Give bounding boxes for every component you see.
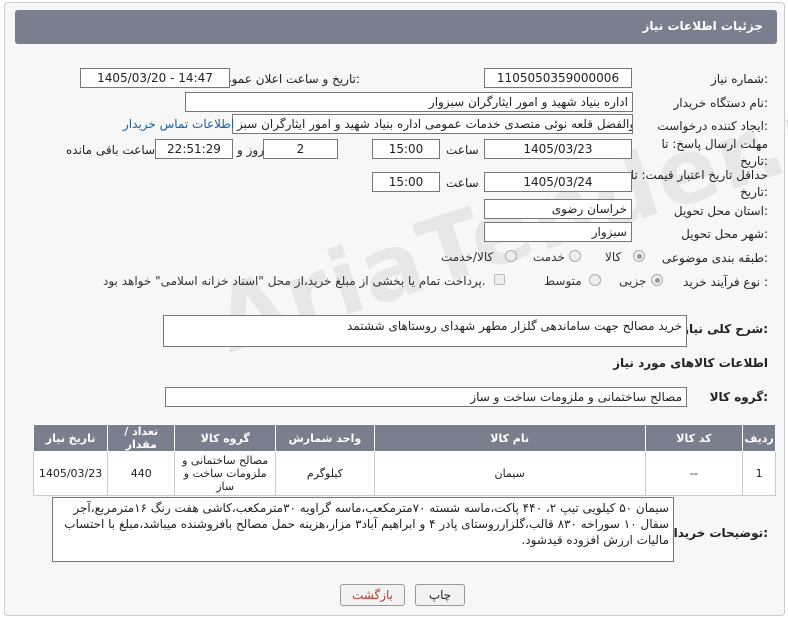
process-medium-label: متوسط [544,274,582,288]
back-button[interactable]: بازگشت [340,584,405,606]
validity-date-field[interactable]: 1405/03/24 [484,172,632,192]
cell-group: مصالح ساختمانی و ملزومات ساخت و ساز [174,451,277,496]
description-field[interactable]: خرید مصالح جهت ساماندهی گلزار مطهر شهدای… [163,315,687,347]
category-goods-label: کالا [605,250,622,264]
creator-field[interactable]: ابوالفضل قلعه نوئی متصدی خدمات عمومی ادا… [232,114,633,134]
validity-label: حداقل تاریخ اعتبار قیمت: تا تاریخ: [630,168,768,199]
table-header-row: تاریخ نیاز تعداد / مقدار گروه کالا واحد … [32,424,776,452]
process-label: نوع فرآیند خرید : [683,275,768,289]
goods-table: تاریخ نیاز تعداد / مقدار گروه کالا واحد … [32,424,776,496]
payment-note: پرداخت تمام یا بخشی از مبلغ خرید،از محل … [103,274,486,288]
province-label: استان محل تحویل: [673,204,768,218]
col-name: نام کالا [373,424,646,452]
category-both-label: کالا/خدمت [441,250,494,264]
cell-row: 1 [742,451,776,496]
category-service-label: خدمت [533,250,565,264]
category-label: طبقه بندی موضوعی: [661,251,768,265]
page-title: جزئیات اطلاعات نیاز [642,19,763,33]
page-header: جزئیات اطلاعات نیاز [15,10,777,44]
goods-info-heading: اطلاعات کالاهای مورد نیاز [613,356,768,370]
announce-field[interactable]: 1405/03/20 - 14:47 [80,68,230,88]
col-need-date: تاریخ نیاز [32,424,109,452]
deadline-date-field[interactable]: 1405/03/23 [484,139,632,159]
cell-quantity: 440 [107,451,176,496]
province-field[interactable]: خراسان رضوی [484,199,632,219]
cell-name: سیمان [373,451,646,496]
category-both-radio[interactable] [505,250,517,262]
remaining-time-field[interactable]: 22:51:29 [155,139,233,159]
col-row: ردیف [742,424,776,452]
cell-code: -- [644,451,744,496]
cell-unit: کیلوگرم [275,451,375,496]
city-label: شهر محل تحویل: [681,227,768,241]
days-label: روز و [237,143,264,157]
group-field[interactable]: مصالح ساختمانی و ملزومات ساخت و ساز [165,387,687,407]
group-label: گروه کالا: [709,390,768,404]
col-quantity: تعداد / مقدار [107,424,176,452]
notes-label: توضیحات خریدار: [666,526,768,540]
creator-label: ایجاد کننده درخواست: [657,119,768,133]
validity-time-field[interactable]: 15:00 [372,172,440,192]
remaining-label: ساعت باقی مانده [66,143,156,157]
need-no-label: شماره نیاز: [710,72,768,86]
category-service-radio[interactable] [569,250,581,262]
contact-buyer-link[interactable]: اطلاعات تماس خریدار [123,117,234,131]
table-row[interactable]: 1405/03/23 440 مصالح ساختمانی و ملزومات … [32,451,776,496]
city-field[interactable]: سبزوار [484,222,632,242]
deadline-time-field[interactable]: 15:00 [372,139,440,159]
validity-time-label: ساعت [446,176,479,190]
buyer-label: نام دستگاه خریدار: [673,96,769,110]
notes-field[interactable]: سیمان ۵۰ کیلویی تیپ ۲، ۴۴۰ پاکت،ماسه شست… [52,497,674,562]
need-no-field[interactable]: 1105050359000006 [484,68,632,88]
buyer-field[interactable]: اداره بنیاد شهید و امور ایثارگران سبزوار [185,92,633,112]
col-group: گروه کالا [174,424,277,452]
process-medium-radio[interactable] [589,274,601,286]
process-partial-radio[interactable] [651,274,663,286]
description-label: شرح کلی نیاز: [682,322,768,336]
category-goods-radio[interactable] [633,250,645,262]
deadline-time-label: ساعت [446,143,479,157]
days-field[interactable]: 2 [263,139,338,159]
print-button[interactable]: چاپ [415,584,465,606]
announce-label: تاریخ و ساعت اعلان عمومی: [215,72,360,86]
deadline-label: مهلت ارسال پاسخ: تا تاریخ: [661,137,768,168]
col-unit: واحد شمارش [275,424,375,452]
col-code: کد کالا [644,424,744,452]
cell-need-date: 1405/03/23 [32,451,109,496]
treasury-checkbox[interactable] [494,274,505,285]
process-partial-label: جزیی [619,274,647,288]
